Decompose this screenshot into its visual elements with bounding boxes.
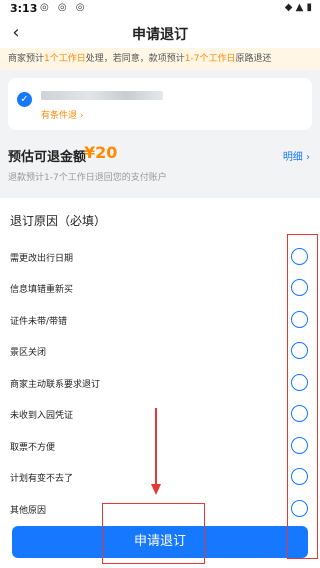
refund-amount: ¥20 <box>84 143 118 162</box>
reason-label: 需更改出行日期 <box>10 254 74 264</box>
refund-policy-link[interactable]: 有条件退 › <box>41 108 83 121</box>
annotation-arrow-head-icon <box>151 484 161 495</box>
reason-label: 计划有变不去了 <box>10 474 74 484</box>
reason-option[interactable]: 未收到入园凭证 <box>0 399 320 430</box>
refund-amount-label: 预估可退金额 <box>8 150 87 165</box>
reason-label: 其他原因 <box>10 506 47 516</box>
annotation-box-submit <box>102 503 205 564</box>
annotation-box-radios <box>287 234 318 559</box>
refund-estimate: 预估可退金额 ¥20 明细 › 退款预计1-7个工作日退回您的支付账户 <box>0 140 320 190</box>
system-status-icons: ◆ ▲ ▮ <box>284 2 312 13</box>
reason-label: 未收到入园凭证 <box>10 411 74 421</box>
notice-text: 处理，若同意，款项预计 <box>85 54 185 64</box>
reason-label: 景区关闭 <box>10 348 47 358</box>
reason-option[interactable]: 信息填错重新买 <box>0 273 320 304</box>
notice-highlight: 1个工作日 <box>44 54 86 64</box>
reason-label: 证件未带/带错 <box>10 317 68 327</box>
refund-detail-link[interactable]: 明细 › <box>283 148 310 163</box>
nav-bar: ‹ 申请退订 <box>0 18 320 48</box>
reason-option[interactable]: 证件未带/带错 <box>0 305 320 336</box>
status-time: 3:13 <box>10 2 38 15</box>
reason-option[interactable]: 需更改出行日期 <box>0 242 320 273</box>
annotation-arrow-line <box>155 408 157 486</box>
reason-label: 信息填错重新买 <box>10 285 74 295</box>
reason-option[interactable]: 取票不方便 <box>0 431 320 462</box>
reason-label: 商家主动联系要求退订 <box>10 380 101 390</box>
item-name-blurred <box>41 91 163 100</box>
notice-text: 原路退还 <box>235 54 272 64</box>
page-title: 申请退订 <box>132 27 188 43</box>
reason-option[interactable]: 景区关闭 <box>0 336 320 367</box>
status-bar: 3:13 ◎ ◎ ◎ ◆ ▲ ▮ <box>0 0 320 18</box>
refund-notice: 商家预计1个工作日处理，若同意，款项预计1-7个工作日原路退还 <box>0 48 320 70</box>
refund-note: 退款预计1-7个工作日退回您的支付账户 <box>8 173 167 183</box>
checkbox-checked-icon[interactable]: ✓ <box>17 92 32 107</box>
notice-highlight: 1-7个工作日 <box>184 54 236 64</box>
notice-text: 商家预计 <box>8 54 45 64</box>
reason-label: 取票不方便 <box>10 443 56 453</box>
order-item-card: ✓ 有条件退 › <box>8 78 312 130</box>
notification-icons: ◎ ◎ ◎ <box>40 2 88 13</box>
reasons-title: 退订原因（必填） <box>10 214 107 228</box>
reason-option[interactable]: 商家主动联系要求退订 <box>0 368 320 399</box>
